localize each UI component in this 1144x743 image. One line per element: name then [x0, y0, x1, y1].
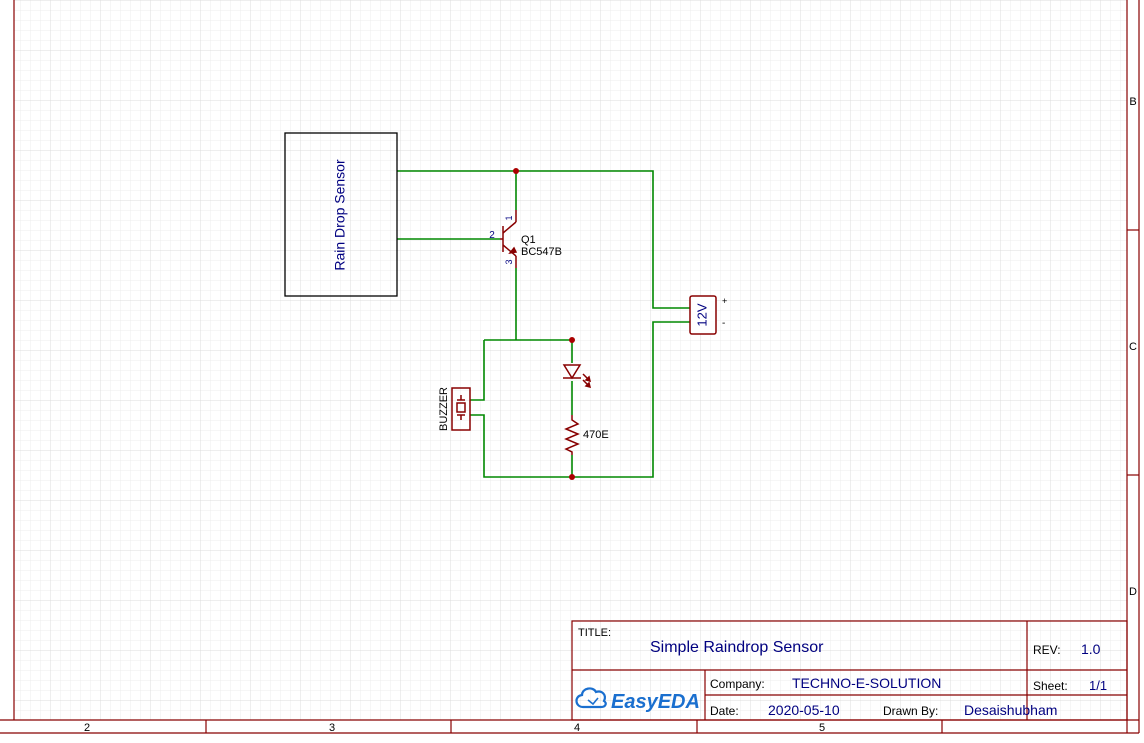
rev-value: 1.0 [1081, 641, 1101, 657]
company-label: Company: [710, 677, 765, 691]
schematic-svg: B C D 2 3 4 5 Rain Drop Sensor 1 2 3 Q1 … [0, 0, 1144, 738]
resistor-value: 470E [583, 429, 609, 441]
column-label-4: 4 [574, 722, 580, 734]
transistor-ref: Q1 [521, 234, 536, 246]
supply-label: 12V [694, 303, 709, 326]
pin-1-label: 1 [504, 215, 514, 220]
column-label-5: 5 [819, 722, 825, 734]
supply-plus: + [722, 296, 727, 306]
row-label-c: C [1129, 341, 1137, 353]
transistor-value: BC547B [521, 246, 562, 258]
pin-2-label: 2 [489, 230, 495, 241]
column-label-2: 2 [84, 722, 90, 734]
buzzer-label: BUZZER [438, 387, 450, 431]
logo-text: EasyEDA [611, 691, 700, 713]
sensor-label: Rain Drop Sensor [332, 159, 348, 271]
supply-minus: - [722, 318, 725, 329]
title-value: Simple Raindrop Sensor [650, 639, 824, 656]
grid [14, 0, 1127, 720]
drawn-by-value: Desaishubham [964, 702, 1057, 718]
date-label: Date: [710, 704, 739, 718]
company-value: TECHNO-E-SOLUTION [792, 675, 941, 691]
row-label-b: B [1129, 96, 1136, 108]
column-label-3: 3 [329, 722, 335, 734]
date-value: 2020-05-10 [768, 702, 840, 718]
row-label-d: D [1129, 586, 1137, 598]
sheet-value: 1/1 [1089, 678, 1107, 693]
power-supply-12v[interactable]: 12V [689, 295, 717, 335]
rev-label: REV: [1033, 643, 1061, 657]
title-label: TITLE: [578, 627, 611, 639]
pin-3-label: 3 [504, 259, 514, 264]
schematic-canvas[interactable]: B C D 2 3 4 5 Rain Drop Sensor 1 2 3 Q1 … [0, 0, 1144, 738]
sheet-label: Sheet: [1033, 679, 1068, 693]
drawn-by-label: Drawn By: [883, 704, 938, 718]
